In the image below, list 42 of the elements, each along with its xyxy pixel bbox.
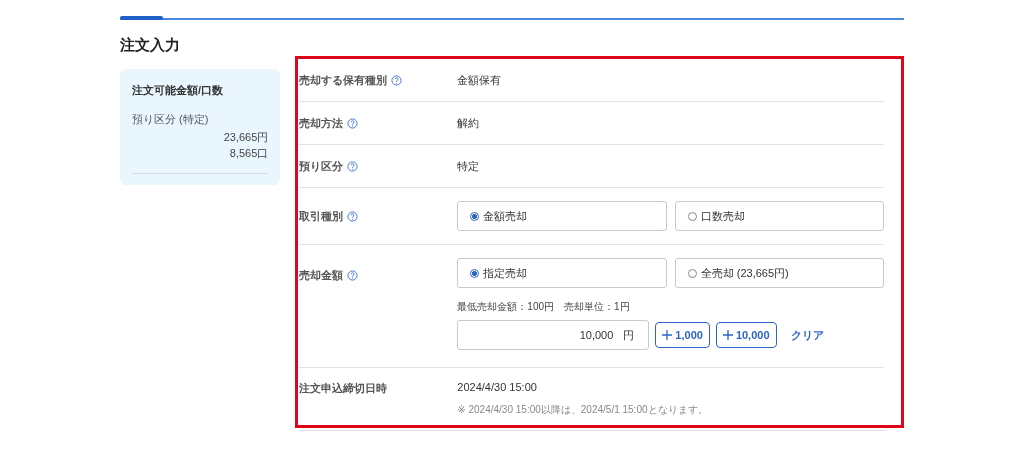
plus-icon [662, 330, 673, 340]
option-label: 金額売却 [483, 208, 528, 224]
amount-field[interactable]: 10,000 円 [457, 320, 650, 350]
radio-icon[interactable] [687, 268, 697, 278]
radio-option[interactable]: 口数売却 [674, 201, 884, 231]
deadline-value: 2024/4/30 15:00 [457, 381, 538, 393]
help-icon[interactable] [347, 210, 359, 222]
radio-icon[interactable] [687, 211, 697, 221]
field-value: 特定 [457, 159, 480, 172]
option-label: 全売却 (23,665円) [700, 265, 789, 281]
help-icon[interactable] [391, 74, 403, 86]
radio-icon[interactable] [470, 211, 480, 221]
radio-option[interactable]: 金額売却 [457, 201, 667, 231]
radio-icon[interactable] [470, 268, 480, 278]
field-value: 金額保有 [457, 73, 502, 86]
deadline-note: ※ 2024/4/30 15:00以降は、2024/5/1 15:00となります。 [457, 403, 709, 417]
amount-note: 最低売却金額：100円 売却単位：1円 [457, 300, 631, 314]
field-value: 解約 [457, 116, 480, 129]
field-label: 取引種別 [299, 208, 344, 224]
field-label: 預り区分 [299, 158, 344, 174]
field-label: 売却金額 [299, 268, 344, 283]
summary-label: 預り区分 (特定) [132, 112, 210, 127]
radio-option[interactable]: 指定売却 [457, 258, 667, 288]
summary-heading: 注文可能金額/口数 [132, 83, 225, 98]
field-label: 売却する保有種別 [299, 72, 388, 88]
amount-value: 10,000 [579, 329, 614, 341]
option-label: 指定売却 [483, 265, 528, 281]
clear-link[interactable]: クリア [790, 327, 824, 343]
add-amount-button[interactable]: 10,000 [715, 322, 777, 348]
radio-option[interactable]: 全売却 (23,665円) [674, 258, 884, 288]
field-label: 売却方法 [299, 115, 344, 131]
summary-value: 23,665円 [222, 130, 269, 145]
plus-icon [722, 330, 733, 340]
add-amount-button[interactable]: 1,000 [655, 322, 710, 348]
summary-value: 8,565口 [228, 146, 269, 161]
field-label: 注文申込締切日時 [299, 381, 388, 396]
help-icon[interactable] [347, 117, 359, 129]
option-label: 口数売却 [700, 208, 745, 224]
unit-label: 円 [623, 327, 635, 343]
page-title: 注文入力 [120, 36, 181, 55]
help-icon[interactable] [347, 160, 359, 172]
help-icon[interactable] [347, 270, 359, 281]
